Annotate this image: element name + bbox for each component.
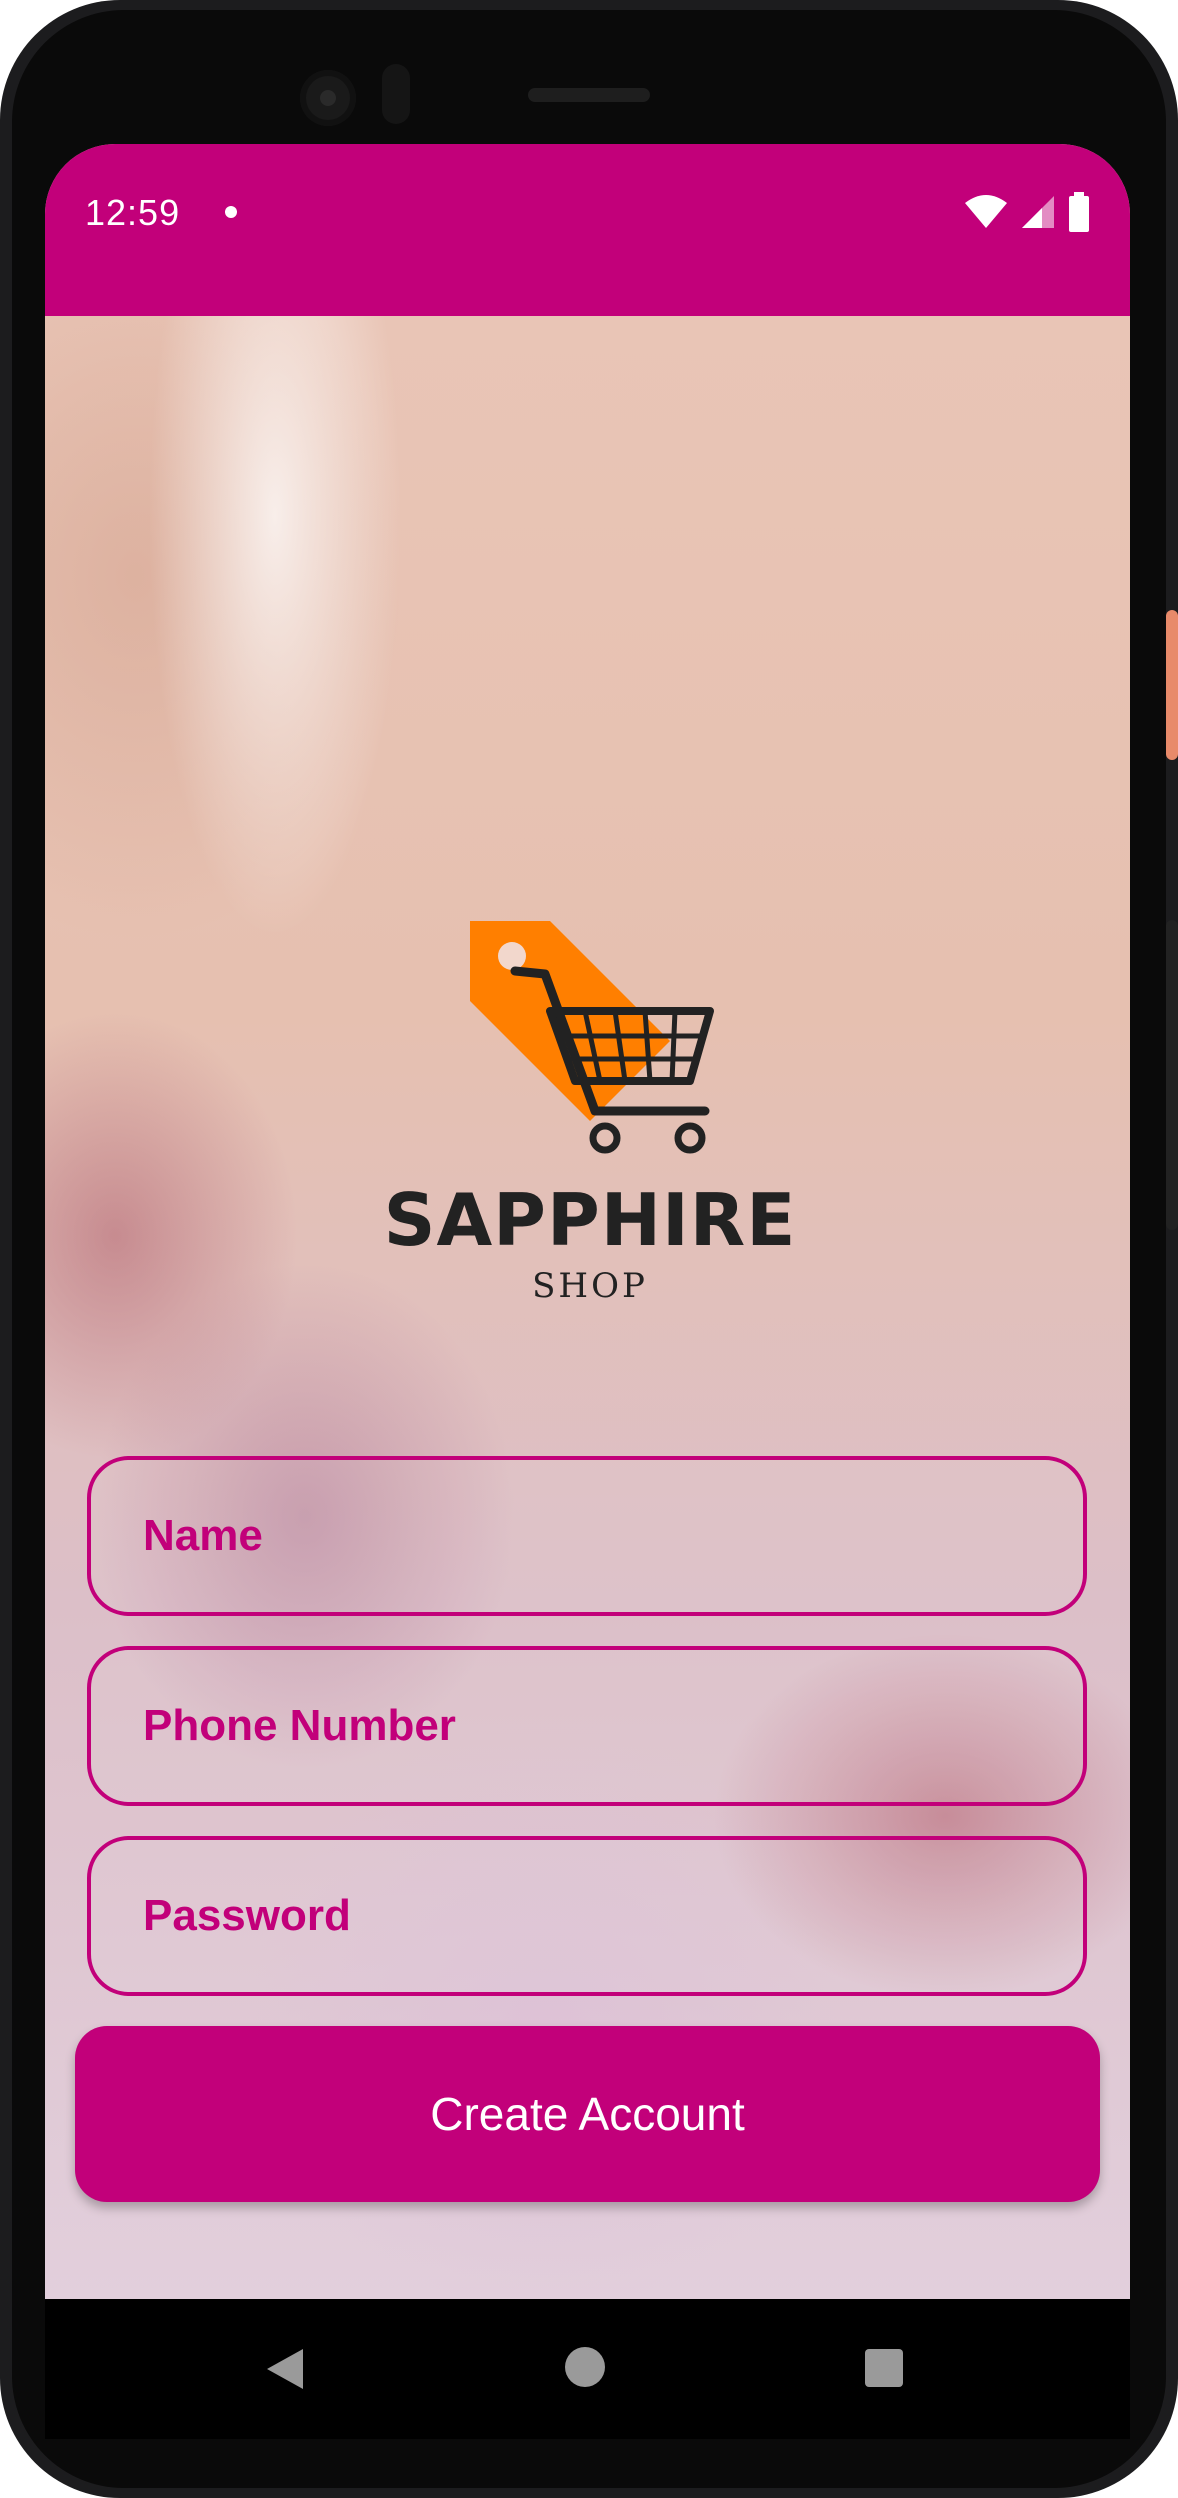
- phone-number-input[interactable]: [91, 1650, 1083, 1802]
- name-field[interactable]: [87, 1456, 1087, 1616]
- password-input[interactable]: [91, 1840, 1083, 1992]
- front-camera: [300, 70, 356, 126]
- signal-icon: [1020, 194, 1056, 230]
- sapphire-shop-logo: SAPPHIRE SHOP: [380, 916, 800, 1336]
- logo-title: SAPPHIRE: [383, 1178, 797, 1262]
- wifi-icon: [964, 194, 1008, 230]
- signup-content: SAPPHIRE SHOP Create Account: [45, 316, 1130, 2299]
- earpiece-speaker: [528, 88, 650, 102]
- name-input[interactable]: [91, 1460, 1083, 1612]
- shopping-cart-tag-icon: [470, 921, 714, 1154]
- status-bar: 12:59: [45, 144, 1130, 316]
- status-time: 12:59: [85, 192, 181, 233]
- proximity-sensor: [382, 64, 410, 124]
- phone-number-field[interactable]: [87, 1646, 1087, 1806]
- back-icon[interactable]: [265, 2347, 305, 2396]
- screen: 12:59 SAPPHIRE SHOP Name Phone Number Cr…: [45, 144, 1130, 2299]
- battery-icon: [1068, 192, 1090, 232]
- recents-icon[interactable]: [865, 2349, 903, 2387]
- status-icons: [964, 192, 1090, 232]
- logo-subtitle: SHOP: [532, 1266, 648, 1306]
- volume-button: [1166, 920, 1178, 1230]
- password-field[interactable]: [87, 1836, 1087, 1996]
- notification-dot-icon: [225, 206, 237, 218]
- home-icon[interactable]: [565, 2347, 605, 2387]
- create-account-button[interactable]: Create Account: [75, 2026, 1100, 2202]
- navigation-bar: [45, 2299, 1130, 2439]
- phone-frame: 12:59 SAPPHIRE SHOP Name Phone Number Cr…: [0, 0, 1178, 2498]
- power-button: [1166, 610, 1178, 760]
